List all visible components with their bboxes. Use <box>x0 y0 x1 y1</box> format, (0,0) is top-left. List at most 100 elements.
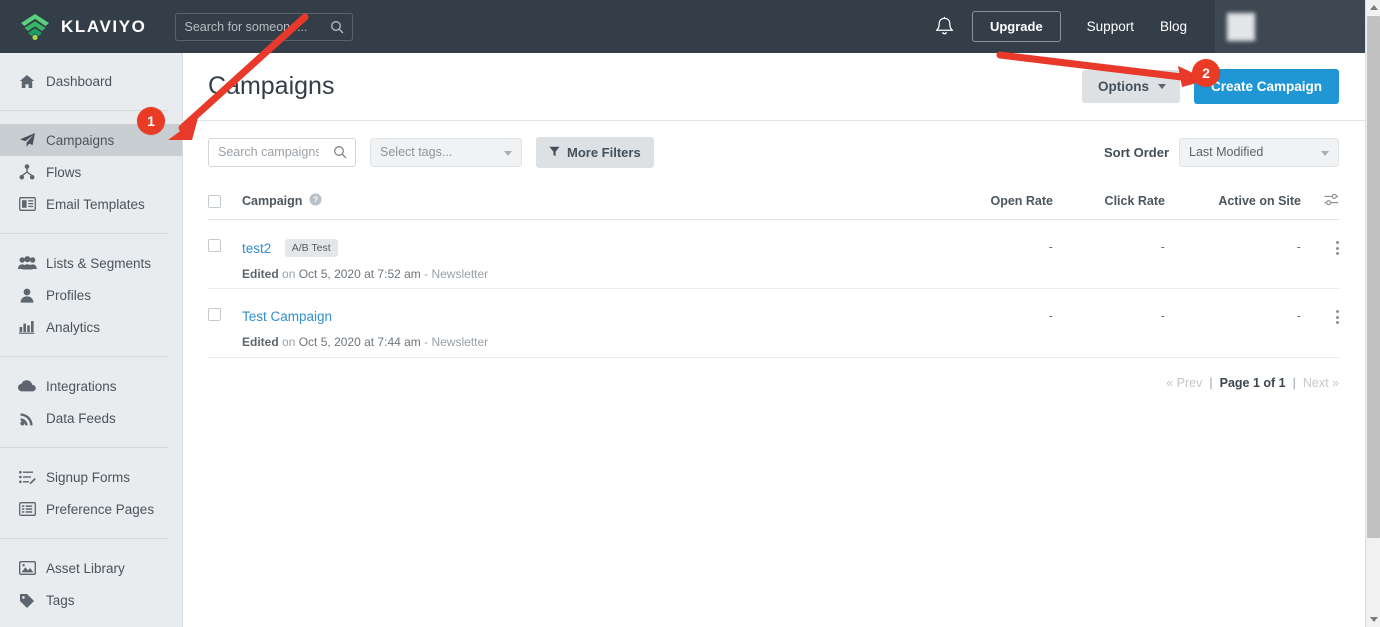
rss-icon <box>17 409 37 427</box>
search-icon <box>333 145 347 164</box>
pagination: « Prev | Page 1 of 1 | Next » <box>183 358 1365 390</box>
table-header-row: Campaign ? Open Rate Click Rate Active o… <box>208 183 1339 220</box>
table-row[interactable]: Test Campaign Edited on Oct 5, 2020 at 7… <box>208 289 1339 358</box>
sidebar-divider <box>0 233 168 234</box>
nav-link-support[interactable]: Support <box>1087 19 1134 34</box>
more-filters-button[interactable]: More Filters <box>536 137 654 168</box>
sort-order-value: Last Modified <box>1189 145 1263 159</box>
main-content: Campaigns Options Create Campaign <box>183 53 1365 627</box>
account-menu[interactable] <box>1215 0 1365 53</box>
sidebar-navigation: Dashboard Campaigns Flows <box>0 53 183 627</box>
sidebar-item-label: Analytics <box>46 320 100 335</box>
search-campaigns-field[interactable] <box>208 138 356 167</box>
sidebar-item-dashboard[interactable]: Dashboard <box>0 65 182 97</box>
kebab-menu-icon[interactable] <box>1336 239 1339 255</box>
question-circle-icon[interactable]: ? <box>309 193 322 209</box>
click-rate-value: - <box>1053 308 1165 323</box>
upgrade-button[interactable]: Upgrade <box>972 11 1061 42</box>
open-rate-value: - <box>941 308 1053 323</box>
next-page-button[interactable]: Next » <box>1303 376 1339 390</box>
sidebar-item-flows[interactable]: Flows <box>0 156 182 188</box>
sidebar-item-label: Dashboard <box>46 74 112 89</box>
sidebar-item-lists-and-segments[interactable]: Lists & Segments <box>0 247 182 279</box>
sidebar-item-asset-library[interactable]: Asset Library <box>0 552 182 584</box>
sidebar-item-label: Data Feeds <box>46 411 116 426</box>
notifications-bell-icon[interactable] <box>935 16 954 37</box>
page-scrollbar[interactable] <box>1365 0 1380 627</box>
edited-date: Oct 5, 2020 at 7:44 am <box>299 335 421 349</box>
chevron-down-icon <box>1321 151 1329 156</box>
search-campaigns-input[interactable] <box>209 139 321 166</box>
sidebar-item-label: Lists & Segments <box>46 256 151 271</box>
campaign-type: - Newsletter <box>424 267 488 281</box>
home-icon <box>17 72 37 90</box>
sidebar-item-label: Asset Library <box>46 561 125 576</box>
brand-name: KLAVIYO <box>61 17 147 37</box>
row-checkbox[interactable] <box>208 308 221 321</box>
scroll-up-arrow-icon[interactable] <box>1366 0 1380 15</box>
campaigns-table: Campaign ? Open Rate Click Rate Active o… <box>208 183 1339 358</box>
table-row[interactable]: test2 A/B Test Edited on Oct 5, 2020 at … <box>208 220 1339 289</box>
pagination-separator: | <box>1293 376 1296 390</box>
klaviyo-campaigns-page: KLAVIYO Upgrade Support Blog <box>0 0 1380 627</box>
sidebar-item-label: Signup Forms <box>46 470 130 485</box>
options-button-label: Options <box>1098 79 1149 94</box>
chevron-down-icon <box>1158 84 1166 89</box>
edited-label: Edited <box>242 267 279 281</box>
sidebar-item-label: Integrations <box>46 379 117 394</box>
filter-toolbar: Select tags... More Filters Sort Order L… <box>183 121 1365 183</box>
campaign-cell: test2 A/B Test Edited on Oct 5, 2020 at … <box>242 239 941 281</box>
sort-order-group: Sort Order Last Modified <box>1104 138 1339 167</box>
prev-page-button[interactable]: « Prev <box>1166 376 1202 390</box>
row-checkbox[interactable] <box>208 239 221 252</box>
sidebar-item-data-feeds[interactable]: Data Feeds <box>0 402 182 434</box>
column-header-open-rate: Open Rate <box>941 194 1053 208</box>
sidebar-item-tags[interactable]: Tags <box>0 584 182 616</box>
sidebar-item-preference-pages[interactable]: Preference Pages <box>0 493 182 525</box>
image-icon <box>17 559 37 577</box>
sidebar-item-integrations[interactable]: Integrations <box>0 370 182 402</box>
select-all-checkbox[interactable] <box>208 195 221 208</box>
select-tags-dropdown[interactable]: Select tags... <box>370 138 522 167</box>
person-icon <box>17 286 37 304</box>
column-header-campaign-label: Campaign <box>242 194 302 208</box>
template-icon <box>17 195 37 213</box>
pagination-separator: | <box>1209 376 1212 390</box>
column-header-active-on-site: Active on Site <box>1165 194 1301 208</box>
campaign-meta: Edited on Oct 5, 2020 at 7:44 am - Newsl… <box>242 335 941 349</box>
global-search-input[interactable] <box>176 14 316 40</box>
avatar <box>1227 13 1255 41</box>
sidebar-item-signup-forms[interactable]: Signup Forms <box>0 461 182 493</box>
campaign-type: - Newsletter <box>424 335 488 349</box>
top-navigation-bar: KLAVIYO Upgrade Support Blog <box>0 0 1365 53</box>
sidebar-item-label: Flows <box>46 165 81 180</box>
sidebar-item-email-templates[interactable]: Email Templates <box>0 188 182 220</box>
sidebar-item-profiles[interactable]: Profiles <box>0 279 182 311</box>
sidebar-item-label: Preference Pages <box>46 502 154 517</box>
form-list-icon <box>17 468 37 486</box>
paper-plane-icon <box>17 131 37 149</box>
top-nav-right-group: Upgrade Support Blog <box>935 0 1365 53</box>
scroll-down-arrow-icon[interactable] <box>1366 612 1380 627</box>
options-button[interactable]: Options <box>1082 70 1180 103</box>
scrollbar-thumb[interactable] <box>1367 16 1380 538</box>
kebab-menu-icon[interactable] <box>1336 308 1339 324</box>
create-campaign-button[interactable]: Create Campaign <box>1194 69 1339 104</box>
sidebar-divider <box>0 538 168 539</box>
more-filters-label: More Filters <box>567 145 641 160</box>
sidebar-item-analytics[interactable]: Analytics <box>0 311 182 343</box>
campaign-cell: Test Campaign Edited on Oct 5, 2020 at 7… <box>242 308 941 349</box>
active-on-site-value: - <box>1165 308 1301 323</box>
campaign-name-link[interactable]: Test Campaign <box>242 309 332 324</box>
sidebar-item-campaigns[interactable]: Campaigns <box>0 124 182 156</box>
sort-order-dropdown[interactable]: Last Modified <box>1179 138 1339 167</box>
column-settings-icon[interactable] <box>1324 193 1339 210</box>
edited-on-word: on <box>282 335 295 349</box>
campaign-name-link[interactable]: test2 <box>242 241 271 256</box>
active-on-site-value: - <box>1165 239 1301 254</box>
nav-link-blog[interactable]: Blog <box>1160 19 1187 34</box>
brand-logo[interactable]: KLAVIYO <box>18 12 147 42</box>
tag-icon <box>17 591 37 609</box>
select-tags-value: Select tags... <box>380 145 452 159</box>
global-search[interactable] <box>175 13 353 41</box>
